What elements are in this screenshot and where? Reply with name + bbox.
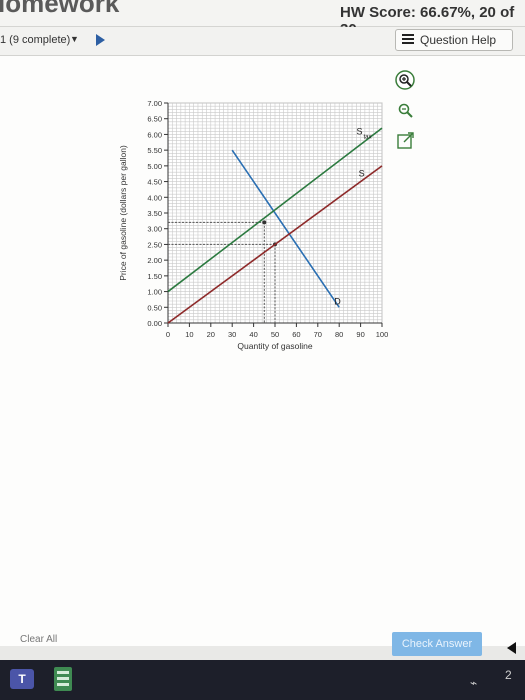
supply-tax-subscript: tax <box>363 134 371 140</box>
network-icon[interactable]: ⌁ <box>470 676 477 690</box>
app-title: lomework <box>0 0 120 18</box>
y-axis-label: Price of gasoline (dollars per gallon) <box>118 145 128 281</box>
x-tick-label: 90 <box>356 330 364 339</box>
x-tick-label: 20 <box>207 330 215 339</box>
question-progress[interactable]: 1 (9 complete) <box>0 34 70 46</box>
y-tick-label: 6.50 <box>147 115 162 124</box>
y-tick-label: 1.00 <box>147 288 162 297</box>
x-tick-label: 80 <box>335 330 343 339</box>
x-axis-label: Quantity of gasoline <box>237 341 312 351</box>
zoom-out-icon[interactable] <box>395 100 417 122</box>
next-question-icon[interactable] <box>96 34 105 46</box>
x-tick-label: 0 <box>166 330 170 339</box>
y-tick-label: 2.50 <box>147 240 162 249</box>
popout-icon[interactable] <box>395 130 417 152</box>
top-header: lomework HW Score: 66.67%, 20 of 30 <box>0 0 525 38</box>
y-tick-label: 3.00 <box>147 225 162 234</box>
y-tick-label: 5.00 <box>147 162 162 171</box>
x-tick-label: 10 <box>185 330 193 339</box>
supply-label: S <box>359 168 365 178</box>
x-tick-label: 70 <box>314 330 322 339</box>
y-tick-label: 4.50 <box>147 178 162 187</box>
y-tick-label: 0.00 <box>147 319 162 328</box>
collapse-arrow-icon[interactable] <box>507 642 516 654</box>
progress-dropdown-icon[interactable]: ▼ <box>70 34 79 44</box>
y-tick-label: 2.00 <box>147 256 162 265</box>
answer-bar: Clear All Check Answer <box>0 628 525 660</box>
x-tick-label: 100 <box>376 330 389 339</box>
y-tick-label: 0.50 <box>147 303 162 312</box>
y-tick-label: 3.50 <box>147 209 162 218</box>
demand-label: D <box>334 296 341 306</box>
os-taskbar: T ⌁ 2 <box>0 660 525 700</box>
x-tick-label: 60 <box>292 330 300 339</box>
clear-all-button[interactable]: Clear All <box>20 634 57 645</box>
x-tick-label: 30 <box>228 330 236 339</box>
question-help-label: Question Help <box>420 33 497 47</box>
y-tick-label: 5.50 <box>147 146 162 155</box>
calculator-app-icon[interactable] <box>54 667 72 691</box>
y-tick-label: 1.50 <box>147 272 162 281</box>
zoom-in-icon[interactable] <box>395 70 417 92</box>
y-tick-label: 6.00 <box>147 130 162 139</box>
supply-tax-label: S <box>356 126 362 136</box>
question-nav-bar: 1 (9 complete) ▼ Question Help <box>0 27 525 56</box>
teams-app-icon[interactable]: T <box>10 669 34 689</box>
check-answer-button[interactable]: Check Answer <box>392 632 482 656</box>
x-tick-label: 50 <box>271 330 279 339</box>
y-tick-label: 4.00 <box>147 193 162 202</box>
gasoline-tax-graph[interactable]: 0.00 0.50 1.00 1.50 2.00 2.50 3.00 3.50 4.00 4.50… <box>110 95 410 355</box>
y-tick-label: 7.00 <box>147 99 162 108</box>
x-tick-label: 40 <box>249 330 257 339</box>
equilibrium-point <box>262 220 267 225</box>
list-icon <box>402 34 414 46</box>
question-help-button[interactable]: Question Help <box>395 29 513 51</box>
clock: 2 <box>505 668 512 682</box>
